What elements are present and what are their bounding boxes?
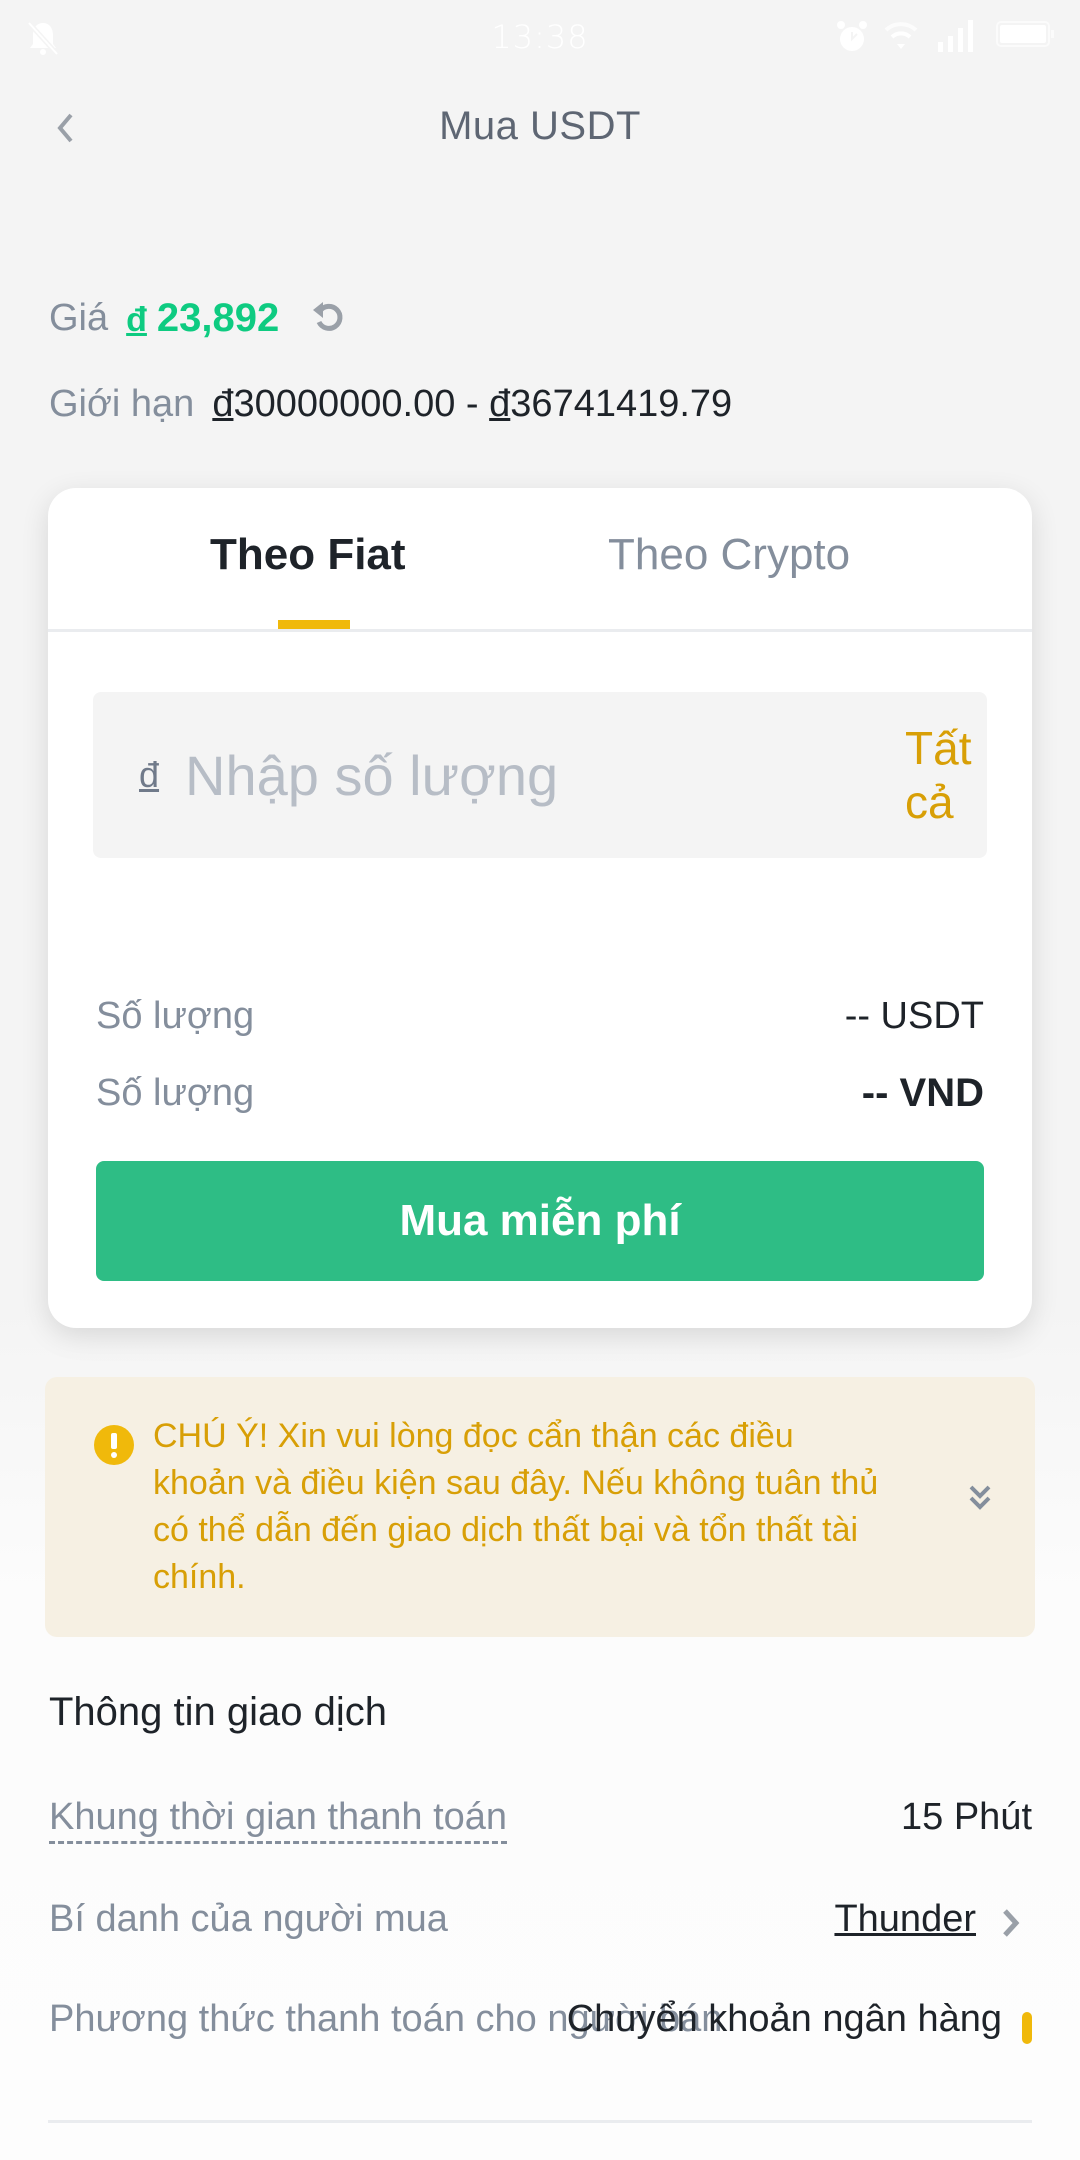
tab-bar: Theo Fiat Theo Crypto bbox=[48, 488, 1032, 632]
summary-value-usdt: -- USDT bbox=[844, 994, 984, 1037]
payment-method-color-bar bbox=[1022, 2012, 1032, 2044]
divider bbox=[48, 2120, 1032, 2123]
wifi-icon bbox=[884, 20, 918, 54]
alarm-icon bbox=[836, 20, 868, 58]
battery-icon bbox=[996, 20, 1056, 54]
page-title: Mua USDT bbox=[439, 104, 641, 148]
warning-notice: CHÚ Ý! Xin vui lòng đọc cẩn thận các điề… bbox=[45, 1377, 1035, 1637]
limit-min: 30000000.00 bbox=[233, 382, 456, 425]
status-bar: 13:38 bbox=[0, 0, 1080, 76]
summary-row-usdt: Số lượng -- USDT bbox=[96, 986, 984, 1046]
limit-value: đ30000000.00 - đ36741419.79 bbox=[212, 383, 732, 426]
info-label-payment-window[interactable]: Khung thời gian thanh toán bbox=[49, 1796, 508, 1844]
limit-row: Giới hạn đ30000000.00 - đ36741419.79 bbox=[49, 374, 732, 434]
limit-label: Giới hạn bbox=[49, 382, 195, 425]
amount-input-box: đ Tất cả bbox=[93, 692, 987, 858]
summary-value-vnd: -- VND bbox=[861, 1070, 984, 1115]
info-value-payment-window: 15 Phút bbox=[901, 1796, 1032, 1838]
all-button[interactable]: Tất cả bbox=[905, 721, 971, 829]
summary-label: Số lượng bbox=[96, 994, 255, 1037]
notice-text: CHÚ Ý! Xin vui lòng đọc cẩn thận các điề… bbox=[153, 1417, 879, 1596]
limit-min-currency: đ bbox=[212, 382, 234, 425]
info-row-payment-method: Phương thức thanh toán cho người bán Chu… bbox=[49, 1990, 1032, 2050]
signal-icon bbox=[938, 20, 974, 56]
price-label: Giá bbox=[49, 296, 109, 339]
status-time: 13:38 bbox=[491, 18, 589, 56]
buy-button[interactable]: Mua miễn phí bbox=[96, 1161, 984, 1281]
price-value: đ 23,892 bbox=[126, 296, 279, 341]
info-row-payment-window: Khung thời gian thanh toán 15 Phút bbox=[49, 1788, 1032, 1848]
limit-separator: - bbox=[455, 382, 490, 425]
tab-by-fiat[interactable]: Theo Fiat bbox=[210, 530, 406, 580]
active-tab-indicator bbox=[278, 620, 350, 629]
warning-icon bbox=[94, 1425, 134, 1465]
order-card: Theo Fiat Theo Crypto đ Tất cả Số lượng … bbox=[48, 488, 1032, 1328]
price-row: Giá đ 23,892 bbox=[49, 288, 349, 348]
price-amount: 23,892 bbox=[156, 295, 280, 340]
chevron-right-icon[interactable] bbox=[1002, 1908, 1020, 1942]
expand-notice-button[interactable] bbox=[955, 1475, 1005, 1525]
refresh-icon bbox=[311, 298, 347, 338]
header: Mua USDT bbox=[0, 76, 1080, 186]
summary-label: Số lượng bbox=[96, 1071, 255, 1114]
trade-info-title: Thông tin giao dịch bbox=[49, 1690, 388, 1734]
info-row-buyer-nickname: Bí danh của người mua Thunder bbox=[49, 1890, 1032, 1950]
limit-max: 36741419.79 bbox=[510, 382, 733, 425]
input-currency-symbol: đ bbox=[139, 754, 160, 795]
info-value-payment-method: Chuyển khoản ngân hàng bbox=[566, 1998, 1002, 2040]
info-label-buyer-nickname: Bí danh của người mua bbox=[49, 1898, 448, 1940]
double-chevron-down-icon bbox=[967, 1484, 993, 1516]
summary-row-vnd: Số lượng -- VND bbox=[96, 1063, 984, 1123]
limit-max-currency: đ bbox=[489, 382, 511, 425]
buyer-nickname-link[interactable]: Thunder bbox=[834, 1898, 976, 1941]
refresh-button[interactable] bbox=[309, 298, 349, 338]
amount-input[interactable] bbox=[185, 692, 906, 858]
price-currency: đ bbox=[126, 300, 147, 339]
tab-by-crypto[interactable]: Theo Crypto bbox=[608, 530, 850, 580]
